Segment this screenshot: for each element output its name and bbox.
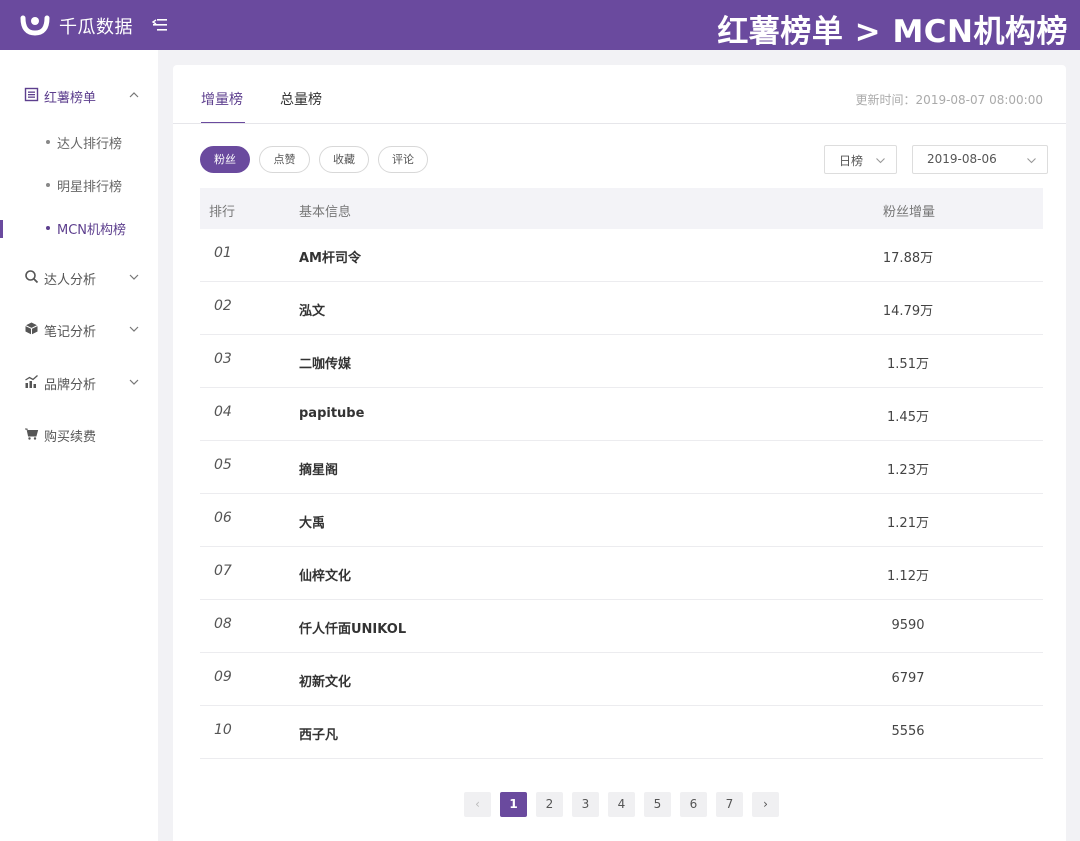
sidebar-group-purchase[interactable]: 购买续费 bbox=[0, 417, 158, 451]
filter-favorites[interactable]: 收藏 bbox=[319, 146, 369, 173]
gain-cell: 17.88万 bbox=[882, 251, 934, 266]
table-row[interactable]: 10 西子凡 5556 bbox=[200, 706, 1043, 759]
column-header-fans-gain: 粉丝增量 bbox=[883, 205, 936, 220]
prev-page-button[interactable]: ‹ bbox=[464, 792, 491, 817]
sidebar-group-influencer-analysis[interactable]: 达人分析 bbox=[0, 260, 158, 294]
chevron-down-icon bbox=[1027, 158, 1036, 164]
sidebar-group-rankings[interactable]: 红薯榜单 bbox=[0, 78, 158, 112]
chevron-down-icon bbox=[129, 379, 139, 385]
bar-trend-icon bbox=[25, 375, 38, 388]
column-header-rank: 排行 bbox=[209, 205, 236, 220]
list-icon bbox=[24, 87, 39, 102]
sidebar-group-brand-analysis[interactable]: 品牌分析 bbox=[0, 365, 158, 399]
update-time: 更新时间：2019-08-07 08:00:00 bbox=[855, 93, 1043, 107]
sidebar-group-label: 品牌分析 bbox=[44, 378, 97, 393]
sidebar-group-label: 购买续费 bbox=[44, 430, 97, 445]
sidebar-item-label: MCN机构榜 bbox=[57, 223, 127, 238]
menu-collapse-icon[interactable] bbox=[150, 15, 170, 35]
tabs-divider bbox=[173, 123, 1066, 124]
date-select-value: 2019-08-06 bbox=[927, 152, 997, 166]
filter-fans[interactable]: 粉丝 bbox=[200, 146, 250, 173]
page-1-button[interactable]: 1 bbox=[500, 792, 527, 817]
gain-cell: 1.23万 bbox=[887, 463, 929, 478]
page-2-button[interactable]: 2 bbox=[536, 792, 563, 817]
gain-cell: 1.51万 bbox=[887, 357, 929, 372]
gain-cell: 9590 bbox=[891, 618, 925, 633]
sidebar-item-label: 达人排行榜 bbox=[57, 137, 123, 152]
top-header: 千瓜数据 红薯榜单 > MCN机构榜 bbox=[0, 0, 1080, 50]
bullet-dot bbox=[46, 226, 50, 230]
gain-cell: 6797 bbox=[891, 671, 925, 686]
sidebar-group-note-analysis[interactable]: 笔记分析 bbox=[0, 312, 158, 346]
chevron-up-icon bbox=[129, 92, 139, 98]
ranking-panel: 增量榜 总量榜 更新时间：2019-08-07 08:00:00 粉丝 点赞 收… bbox=[173, 65, 1066, 841]
page-title: 红薯榜单 > MCN机构榜 bbox=[717, 14, 1068, 50]
period-select-value: 日榜 bbox=[839, 154, 864, 168]
chevron-down-icon bbox=[129, 326, 139, 332]
tab-increment-ranking[interactable]: 增量榜 bbox=[201, 89, 243, 109]
gain-cell: 5556 bbox=[891, 724, 925, 739]
sidebar-group-label: 红薯榜单 bbox=[44, 91, 97, 106]
search-icon bbox=[25, 270, 39, 284]
sidebar-item-label: 明星排行榜 bbox=[57, 180, 123, 195]
box-icon bbox=[25, 322, 38, 335]
cart-icon bbox=[25, 428, 39, 440]
sidebar-group-label: 笔记分析 bbox=[44, 325, 97, 340]
table-row[interactable]: 07 仙梓文化 1.12万 bbox=[200, 547, 1043, 600]
table-row[interactable]: 06 大禹 1.21万 bbox=[200, 494, 1043, 547]
page-4-button[interactable]: 4 bbox=[608, 792, 635, 817]
sidebar-item-mcn-ranking[interactable]: MCN机构榜 bbox=[0, 213, 158, 243]
table-row[interactable]: 02 泓文 14.79万 bbox=[200, 282, 1043, 335]
gain-cell: 14.79万 bbox=[882, 304, 934, 319]
next-page-button[interactable]: › bbox=[752, 792, 779, 817]
chevron-down-icon bbox=[876, 158, 885, 164]
gain-cell: 1.21万 bbox=[887, 516, 929, 531]
table-row[interactable]: 05 摘星阁 1.23万 bbox=[200, 441, 1043, 494]
date-select[interactable]: 2019-08-06 bbox=[912, 145, 1048, 174]
page-5-button[interactable]: 5 bbox=[644, 792, 671, 817]
brand-name: 千瓜数据 bbox=[59, 17, 133, 38]
period-select[interactable]: 日榜 bbox=[824, 145, 897, 174]
active-indicator bbox=[0, 220, 3, 238]
filter-likes[interactable]: 点赞 bbox=[259, 146, 310, 173]
filter-comments[interactable]: 评论 bbox=[378, 146, 428, 173]
table-row[interactable]: 01 AM杆司令 17.88万 bbox=[200, 229, 1043, 282]
gain-cell: 1.12万 bbox=[887, 569, 929, 584]
bullet-dot bbox=[46, 140, 50, 144]
table-row[interactable]: 03 二咖传媒 1.51万 bbox=[200, 335, 1043, 388]
sidebar: 红薯榜单 达人排行榜 明星排行榜 MCN机构榜 达人分析 笔记分析 品牌分析 购… bbox=[0, 50, 158, 841]
gain-cell: 1.45万 bbox=[887, 410, 929, 425]
sidebar-group-label: 达人分析 bbox=[44, 273, 97, 288]
page-3-button[interactable]: 3 bbox=[572, 792, 599, 817]
table-row[interactable]: 08 仟人仟面UNIKOL 9590 bbox=[200, 600, 1043, 653]
sidebar-item-influencer-ranking[interactable]: 达人排行榜 bbox=[0, 127, 158, 157]
table-header: 排行 基本信息 粉丝增量 bbox=[200, 188, 1043, 229]
sidebar-item-celebrity-ranking[interactable]: 明星排行榜 bbox=[0, 170, 158, 200]
table-row[interactable]: 09 初新文化 6797 bbox=[200, 653, 1043, 706]
logo-icon bbox=[20, 15, 50, 36]
table-row[interactable]: 04 papitube 1.45万 bbox=[200, 388, 1043, 441]
tab-total-ranking[interactable]: 总量榜 bbox=[280, 89, 322, 109]
chevron-down-icon bbox=[129, 274, 139, 280]
page-7-button[interactable]: 7 bbox=[716, 792, 743, 817]
bullet-dot bbox=[46, 183, 50, 187]
page-6-button[interactable]: 6 bbox=[680, 792, 707, 817]
column-header-info: 基本信息 bbox=[299, 205, 352, 220]
